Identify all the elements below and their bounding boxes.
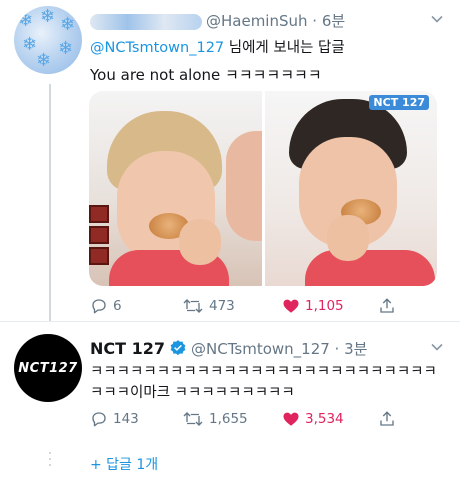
reply-to-mention[interactable]: @NCTsmtown_127 — [90, 40, 224, 56]
avatar-logo: NCT127 — [18, 360, 78, 376]
retweet-button[interactable]: 1,655 — [182, 410, 282, 428]
avatar[interactable]: ❄ ❄ ❄ ❄ ❄ ❄ — [14, 6, 82, 74]
share-icon — [378, 297, 396, 315]
display-name[interactable]: NCT 127 — [90, 339, 165, 358]
snowflake-icon: ❄ — [40, 6, 56, 27]
user-handle[interactable]: @NCTsmtown_127 — [191, 340, 330, 358]
snowflake-icon: ❄ — [22, 34, 38, 55]
heart-icon — [282, 297, 300, 315]
snowflake-icon: ❄ — [60, 14, 76, 35]
retweet-count: 473 — [209, 298, 235, 314]
photo-detail — [326, 215, 369, 261]
tweet-header: NCT 127 @NCTsmtown_127 · 3분 — [90, 338, 444, 360]
thread-dots — [49, 452, 51, 470]
heart-icon — [282, 410, 300, 428]
show-more-replies-link[interactable]: + 답글 1개 — [90, 454, 158, 474]
reply-count: 143 — [113, 411, 139, 427]
tweet-divider — [0, 321, 460, 322]
chevron-down-icon[interactable] — [430, 340, 444, 354]
tweet-time[interactable]: 6분 — [322, 12, 345, 30]
tweet-text: ㅋㅋㅋㅋㅋㅋㅋㅋㅋㅋㅋㅋㅋㅋㅋㅋㅋㅋㅋㅋㅋㅋㅋㅋㅋㅋㅋㅋㅋ이마크 ㅋㅋㅋㅋㅋㅋㅋ… — [90, 364, 437, 401]
reply-button[interactable]: 143 — [90, 410, 182, 428]
tweet-header: @HaeminSuh · 6분 — [90, 10, 444, 32]
chevron-down-icon[interactable] — [430, 12, 444, 26]
reply-count: 6 — [113, 298, 122, 314]
retweet-count: 1,655 — [209, 411, 248, 427]
like-button[interactable]: 3,534 — [282, 410, 378, 428]
photo-detail — [179, 219, 221, 265]
like-count: 3,534 — [305, 411, 344, 427]
tweet-text: You are not alone ㅋㅋㅋㅋㅋㅋㅋ — [90, 66, 322, 84]
media-photo[interactable]: NCT 127 — [264, 91, 437, 286]
thread-line — [49, 84, 51, 322]
tweet-media[interactable]: NCT 127 — [89, 91, 437, 286]
avatar[interactable]: NCT127 — [14, 334, 82, 402]
retweet-icon — [182, 410, 204, 428]
like-button[interactable]: 1,105 — [282, 297, 378, 315]
tweet-time[interactable]: 3분 — [344, 340, 367, 358]
share-icon — [378, 410, 396, 428]
reply-to-suffix: 님에게 보내는 답글 — [224, 40, 345, 56]
snowflake-icon: ❄ — [18, 10, 34, 31]
display-name-blurred[interactable] — [90, 13, 202, 30]
share-button[interactable] — [378, 410, 396, 428]
replying-to: @NCTsmtown_127 님에게 보내는 답글 — [90, 36, 345, 57]
photo-detail — [304, 250, 435, 286]
media-photo[interactable] — [89, 91, 262, 286]
reply-icon — [90, 297, 108, 315]
photo-detail — [89, 205, 109, 268]
reply-icon — [90, 410, 108, 428]
reply-button[interactable]: 6 — [90, 297, 182, 315]
like-count: 1,105 — [305, 298, 344, 314]
media-logo: NCT 127 — [369, 95, 429, 110]
retweet-button[interactable]: 473 — [182, 297, 282, 315]
share-button[interactable] — [378, 297, 396, 315]
tweet-actions: 6 473 1,105 — [90, 297, 396, 315]
snowflake-icon: ❄ — [36, 50, 52, 71]
verified-badge-icon — [169, 339, 187, 357]
photo-detail — [225, 131, 262, 241]
snowflake-icon: ❄ — [58, 38, 74, 59]
retweet-icon — [182, 297, 204, 315]
user-handle[interactable]: @HaeminSuh — [206, 12, 308, 30]
tweet-actions: 143 1,655 3,534 — [90, 410, 396, 428]
